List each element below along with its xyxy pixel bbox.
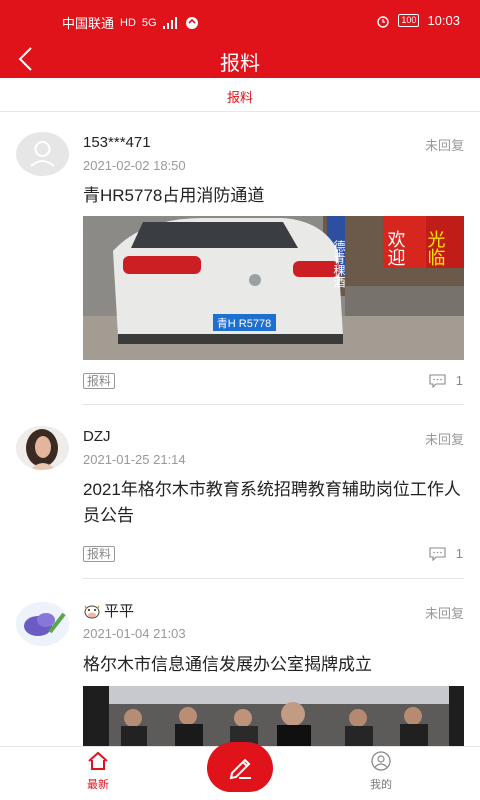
user-icon xyxy=(30,141,55,167)
post-title[interactable]: 2021年格尔木市教育系统招聘教育辅助岗位工作人员公告 xyxy=(83,477,463,529)
tab-mine-label: 我的 xyxy=(370,779,392,791)
comment-count-label: 1 xyxy=(455,373,463,388)
data-saver-icon xyxy=(185,16,198,29)
network-type: 5G xyxy=(141,16,157,29)
home-icon xyxy=(88,751,108,770)
post-username[interactable]: 153***471 xyxy=(83,134,151,151)
post-username[interactable]: DZJ xyxy=(83,428,111,445)
status-bar: 中国联通 HD 5G 100 10:03 xyxy=(0,0,480,40)
signal-icon xyxy=(162,16,177,29)
license-plate: 青H R5778 xyxy=(217,317,271,330)
category-tab-bar: 报料 xyxy=(0,78,480,112)
tab-baoliao[interactable]: 报料 xyxy=(227,87,253,106)
reply-status: 未回复 xyxy=(424,432,464,447)
post-divider xyxy=(83,404,464,405)
compose-button[interactable] xyxy=(207,742,273,792)
carrier-name: 中国联通 xyxy=(62,16,115,31)
comment-count[interactable]: 1 xyxy=(429,546,463,561)
shop-sign-welcome: 欢迎 xyxy=(385,230,406,266)
post-time: 2021-01-25 21:14 xyxy=(83,452,186,467)
post-feed[interactable]: 153***471 未回复 2021-02-02 18:50 青HR5778占用… xyxy=(0,112,480,746)
alarm-icon xyxy=(377,15,390,28)
shop-sign-come: 光临 xyxy=(425,230,446,266)
post-title[interactable]: 格尔木市信息通信发展办公室揭牌成立 xyxy=(83,652,463,678)
reply-status: 未回复 xyxy=(424,138,464,153)
post-time: 2021-02-02 18:50 xyxy=(83,158,186,173)
post-username[interactable]: 平平 xyxy=(83,600,134,621)
user-photo-icon xyxy=(16,426,69,470)
post-tag: 报料 xyxy=(83,546,116,562)
car-photo: 青H R5778 德青稞酒 欢迎 光临 xyxy=(83,216,464,360)
tab-mine[interactable]: 我的 xyxy=(351,751,411,792)
comment-icon xyxy=(429,373,446,388)
post-divider xyxy=(83,578,464,579)
meeting-photo xyxy=(83,686,464,746)
cow-emoji-icon xyxy=(84,605,100,618)
hd-indicator: HD xyxy=(120,16,136,29)
post-image[interactable]: 青H R5778 德青稞酒 欢迎 光临 xyxy=(83,216,464,360)
post-time: 2021-01-04 21:03 xyxy=(83,626,186,641)
shop-sign-text: 德青稞酒 xyxy=(332,239,346,288)
pencil-icon xyxy=(229,758,251,780)
navigation-bar: 报料 xyxy=(0,40,480,78)
page-title: 报料 xyxy=(220,53,260,75)
comment-count-label: 1 xyxy=(455,546,463,561)
battery-icon: 100 xyxy=(398,14,420,27)
post-tag: 报料 xyxy=(83,373,116,389)
tab-latest-label: 最新 xyxy=(87,779,109,791)
profile-icon xyxy=(371,751,391,771)
comment-icon xyxy=(429,546,446,561)
comment-count[interactable]: 1 xyxy=(429,373,463,388)
avatar-default[interactable] xyxy=(16,132,69,176)
avatar[interactable] xyxy=(16,602,69,646)
post-title[interactable]: 青HR5778占用消防通道 xyxy=(83,183,463,209)
post-image[interactable] xyxy=(83,686,464,746)
avatar[interactable] xyxy=(16,426,69,470)
clock: 10:03 xyxy=(427,13,460,28)
tab-latest[interactable]: 最新 xyxy=(68,751,128,792)
post-username-text: 平平 xyxy=(104,603,135,620)
flower-photo-icon xyxy=(16,602,69,646)
reply-status: 未回复 xyxy=(424,606,464,621)
